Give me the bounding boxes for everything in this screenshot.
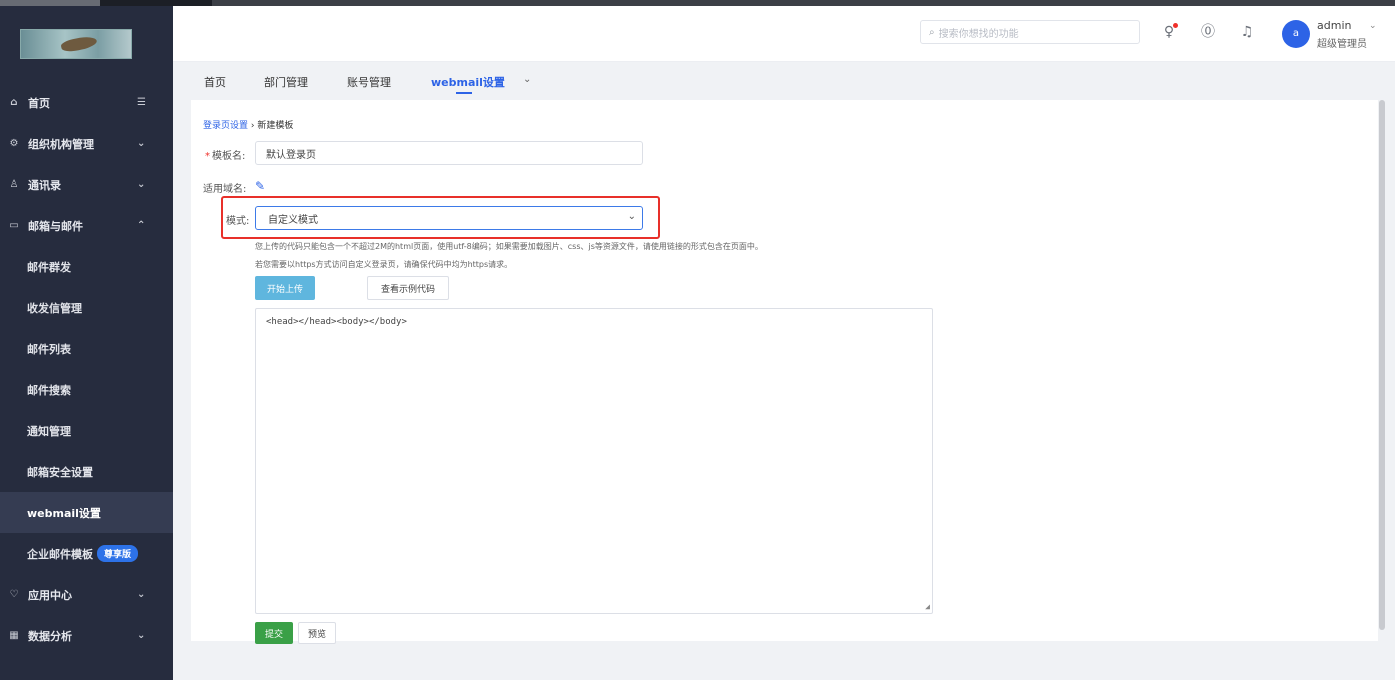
sidebar-subitem-webmail[interactable]: webmail设置 — [0, 492, 173, 533]
menu-icon: ☰ — [137, 97, 146, 108]
bulb-icon[interactable]: ♀ — [1160, 23, 1178, 41]
chevron-up-icon: ⌃ — [137, 220, 146, 231]
sidebar-item-contacts[interactable]: ♙ 通讯录 ⌄ — [0, 164, 173, 205]
people-icon: ♙ — [9, 179, 19, 190]
home-icon: ⌂ — [10, 97, 18, 108]
tab-accounts[interactable]: 账号管理 — [347, 74, 391, 90]
gear-icon: ⚙ — [9, 138, 19, 149]
logo — [20, 29, 132, 59]
breadcrumb-link[interactable]: 登录页设置 — [203, 121, 248, 131]
user-role: 超级管理员 — [1317, 39, 1367, 50]
sidebar: ⌂ 首页 ☰ ⚙ 组织机构管理 ⌄ ♙ 通讯录 ⌄ ▭ 邮箱与邮件 ⌃ 邮件群发… — [0, 6, 173, 680]
sidebar-subitem-mail-search[interactable]: 邮件搜索 — [0, 369, 173, 410]
submit-button[interactable]: 提交 — [255, 622, 293, 644]
active-tab-indicator — [456, 92, 472, 94]
sidebar-item-apps[interactable]: ♡ 应用中心 ⌄ — [0, 574, 173, 615]
search-input[interactable]: ⌕ 搜索你想找的功能 — [920, 20, 1140, 44]
template-name-label: * 模板名: — [205, 151, 246, 162]
upload-button[interactable]: 开始上传 — [255, 276, 315, 300]
domain-label: 适用域名: — [203, 184, 247, 195]
tab-home[interactable]: 首页 — [204, 74, 226, 90]
sidebar-item-label: 数据分析 — [28, 629, 72, 643]
mode-label: 模式: — [226, 216, 250, 227]
sidebar-subitem-label: 邮件群发 — [27, 260, 71, 274]
sidebar-subitem-send-receive[interactable]: 收发信管理 — [0, 287, 173, 328]
sidebar-subitem-templates[interactable]: 企业邮件模板 尊享版 — [0, 533, 173, 574]
sidebar-subitem-security[interactable]: 邮箱安全设置 — [0, 451, 173, 492]
sidebar-item-home[interactable]: ⌂ 首页 ☰ — [0, 82, 173, 123]
headset-icon[interactable]: ♫ — [1238, 23, 1256, 41]
sidebar-subitem-label: 收发信管理 — [27, 301, 82, 315]
help-icon[interactable]: ⓪ — [1199, 23, 1217, 41]
sidebar-subitem-mail-list[interactable]: 邮件列表 — [0, 328, 173, 369]
preview-button[interactable]: 预览 — [298, 622, 336, 644]
notification-dot — [1173, 23, 1178, 28]
sidebar-item-label: 组织机构管理 — [28, 137, 94, 151]
breadcrumb-current: 新建模板 — [257, 121, 294, 131]
top-header: ⌕ 搜索你想找的功能 ♀ ⓪ ♫ a admin 超级管理员 ⌄ — [173, 6, 1395, 62]
resize-handle-icon[interactable]: ◢ — [925, 602, 930, 611]
sidebar-subitem-label: 邮件列表 — [27, 342, 71, 356]
view-example-button[interactable]: 查看示例代码 — [367, 276, 449, 300]
user-name[interactable]: admin — [1317, 19, 1351, 32]
sidebar-item-org[interactable]: ⚙ 组织机构管理 ⌄ — [0, 123, 173, 164]
apps-icon: ♡ — [9, 589, 19, 600]
sidebar-item-label: 通讯录 — [28, 178, 61, 192]
chevron-down-icon: ⌄ — [137, 138, 146, 149]
mailbox-icon: ▭ — [9, 220, 19, 231]
template-name-field[interactable]: 默认登录页 — [255, 141, 643, 165]
mode-select[interactable]: 自定义模式 ⌄ — [255, 206, 643, 230]
sidebar-nav: ⌂ 首页 ☰ ⚙ 组织机构管理 ⌄ ♙ 通讯录 ⌄ ▭ 邮箱与邮件 ⌃ 邮件群发… — [0, 82, 173, 656]
chevron-down-icon[interactable]: ⌄ — [1369, 21, 1377, 31]
scrollbar[interactable] — [1379, 100, 1385, 630]
sidebar-item-label: 应用中心 — [28, 588, 72, 602]
chevron-down-icon: ⌄ — [137, 589, 146, 600]
avatar[interactable]: a — [1282, 20, 1310, 48]
chart-icon: ▦ — [9, 630, 19, 641]
edit-icon[interactable]: ✎ — [255, 179, 269, 193]
sidebar-item-label: 首页 — [28, 96, 50, 110]
chevron-down-icon: ⌄ — [627, 211, 636, 222]
chevron-down-icon: ⌄ — [137, 179, 146, 190]
sidebar-item-analytics[interactable]: ▦ 数据分析 ⌄ — [0, 615, 173, 656]
sidebar-subitem-label: 通知管理 — [27, 424, 71, 438]
page-tabs: 首页 部门管理 账号管理 webmail设置 ⌄ — [173, 62, 1395, 100]
breadcrumb-separator: › — [250, 121, 255, 131]
upload-hint: 您上传的代码只能包含一个不超过2M的html页面，使用utf-8编码；如果需要加… — [255, 242, 763, 251]
sidebar-subitem-label: webmail设置 — [27, 506, 101, 520]
tabs-more-chevron-icon[interactable]: ⌄ — [523, 74, 531, 85]
sidebar-item-label: 邮箱与邮件 — [28, 219, 83, 233]
code-content: <head></head><body></body> — [266, 317, 407, 327]
sidebar-subitem-bulk-mail[interactable]: 邮件群发 — [0, 246, 173, 287]
search-icon: ⌕ — [929, 26, 935, 38]
premium-badge: 尊享版 — [97, 545, 139, 562]
https-hint: 若您需要以https方式访问自定义登录页，请确保代码中均为https请求。 — [255, 260, 513, 269]
sidebar-item-mail[interactable]: ▭ 邮箱与邮件 ⌃ — [0, 205, 173, 246]
chevron-down-icon: ⌄ — [137, 630, 146, 641]
sidebar-subitem-label: 邮箱安全设置 — [27, 465, 93, 479]
sidebar-subitem-notifications[interactable]: 通知管理 — [0, 410, 173, 451]
mode-select-value: 自定义模式 — [268, 214, 318, 226]
tab-webmail-settings[interactable]: webmail设置 — [431, 74, 505, 90]
breadcrumb: 登录页设置 › 新建模板 — [203, 118, 293, 131]
search-placeholder: 搜索你想找的功能 — [938, 28, 1019, 40]
tab-departments[interactable]: 部门管理 — [264, 74, 308, 90]
code-editor[interactable]: <head></head><body></body> ◢ — [255, 308, 933, 614]
sidebar-subitem-label: 企业邮件模板 — [27, 547, 93, 561]
sidebar-subitem-label: 邮件搜索 — [27, 383, 71, 397]
